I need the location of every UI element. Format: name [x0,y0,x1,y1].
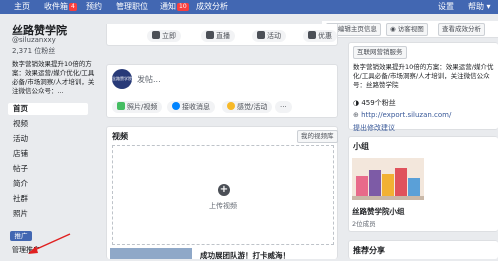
globe-icon: ⊕ [353,111,359,119]
feeling-activity-label: 感觉/活动 [237,103,268,111]
topnav-jobs-label: 管理职位 [116,2,148,11]
page-followers: 2,371 位粉丝 [12,47,56,55]
group-cover-image[interactable] [352,158,424,200]
topnav-inbox[interactable]: 收件箱 4 [44,1,77,13]
topnav-notifications[interactable]: 通知 10 [160,1,189,13]
chevron-down-icon: ▾ [486,2,491,11]
topnav-settings[interactable]: 设置 [438,1,454,13]
topnav-insights[interactable]: 成效分析 [196,1,228,13]
receive-messages-button[interactable]: 接收消息 [167,101,215,113]
videos-title: 视频 [112,132,128,141]
view-insights-button[interactable]: 查看成效分析 [438,23,485,36]
topnav-home[interactable]: 主页 [14,1,30,13]
visitor-view-label: 访客视图 [397,25,424,33]
topnav-insights-label: 成效分析 [196,2,228,11]
about-description: 数字营销效果提升10倍的方案：效果运营/媒介优化/工具必备/市场洞察/人才培训，… [353,63,494,89]
category-tag[interactable]: 互联网营销服务 [353,46,407,59]
calendar-icon [152,31,160,39]
followers-icon: ◑ [353,99,360,107]
top-pill-3[interactable]: 活动 [252,30,286,42]
photo-video-label: 照片/视频 [127,103,158,111]
page-action-bar: ⚙ 编辑主页信息 ◉ 访客视图 查看成效分析 [322,21,498,38]
top-pill-2[interactable]: 直播 [201,30,235,42]
post-thumbnail[interactable] [110,248,192,259]
sidebar-item-about[interactable]: 简介 [8,178,88,190]
post-composer: 丝路赞学院 发帖... 照片/视频 接收消息 感觉/活动 ··· [106,64,338,118]
messenger-icon [172,102,180,110]
inbox-badge: 4 [69,3,77,11]
smiley-icon [227,102,235,110]
top-pill-1-label: 立即 [162,32,176,40]
composer-input[interactable]: 发帖... [137,74,161,85]
sidebar-item-home[interactable]: 首页 [8,103,88,115]
recommended-card: 推荐分享 [348,240,498,259]
edit-page-info-label: 编辑主页信息 [337,25,377,33]
top-navigation-bar: 主页 收件箱 4 预约 管理职位 通知 10 成效分析 设置 帮助 ▾ [0,0,498,14]
topnav-jobs[interactable]: 管理职位 [116,1,148,13]
view-insights-label: 查看成效分析 [442,25,481,33]
sidebar-item-shop[interactable]: 店铺 [8,148,88,160]
composer-top-actions: 立即 直播 活动 优惠 [106,24,338,46]
topnav-help[interactable]: 帮助 ▾ [468,1,491,13]
page-handle[interactable]: @siluzanxxy [12,36,56,44]
about-followers: ◑ 459个粉丝 [353,98,396,108]
my-video-library-button[interactable]: 我的视频库 [297,130,338,143]
about-followers-label: 459个粉丝 [361,99,396,107]
about-card: 互联网营销服务 数字营销效果提升10倍的方案：效果运营/媒介优化/工具必备/市场… [348,42,498,133]
live-icon [206,31,214,39]
top-pill-2-label: 直播 [216,32,230,40]
suggest-edits-link[interactable]: 提出修改建议 [353,123,395,133]
upload-video-label: 上传视频 [209,202,237,210]
top-pill-4-label: 优惠 [318,32,332,40]
event-icon [257,31,265,39]
notifications-badge: 10 [177,3,189,11]
sidebar-item-videos[interactable]: 视频 [8,118,88,130]
eye-icon: ◉ [390,25,396,33]
recommended-title: 推荐分享 [353,246,385,255]
website-link[interactable]: ⊕ http://export.siluzan.com/ [353,111,451,119]
upload-video-dropzone[interactable]: + 上传视频 [112,145,334,245]
topnav-settings-label: 设置 [438,2,454,11]
topnav-home-label: 主页 [14,2,30,11]
sidebar-item-events[interactable]: 活动 [8,133,88,145]
feed-post-title[interactable]: 成功展团队游！打卡威海！ [200,250,290,261]
top-pill-3-label: 活动 [267,32,281,40]
plus-icon: + [218,184,230,196]
group-name-link[interactable]: 丝路赞学院小组 [352,206,405,217]
website-link-label: http://export.siluzan.com/ [361,111,452,119]
top-pill-1[interactable]: 立即 [147,30,181,42]
topnav-appointments[interactable]: 预约 [86,1,102,13]
receive-messages-label: 接收消息 [182,103,210,111]
more-actions-button[interactable]: ··· [275,101,292,113]
feeling-activity-button[interactable]: 感觉/活动 [222,101,273,113]
sidebar-item-community[interactable]: 社群 [8,193,88,205]
top-pill-4[interactable]: 优惠 [303,30,337,42]
topnav-appointments-label: 预约 [86,2,102,11]
group-members: 2位成员 [352,220,376,228]
sidebar-item-photos[interactable]: 照片 [8,208,88,220]
sidebar-item-posts[interactable]: 帖子 [8,163,88,175]
page-description: 数字营销效果提升10倍的方案：效果运营/媒介优化/工具必备/市场洞察/人才培训，… [12,60,95,95]
visitor-view-button[interactable]: ◉ 访客视图 [386,23,428,36]
topnav-help-label: 帮助 [468,2,484,11]
topnav-notifications-label: 通知 [160,2,176,11]
offer-icon [308,31,316,39]
red-arrow-annotation [28,233,71,254]
photo-icon [117,102,125,110]
photo-video-button[interactable]: 照片/视频 [112,101,163,113]
groups-title: 小组 [353,142,369,151]
avatar: 丝路赞学院 [112,69,132,89]
topnav-inbox-label: 收件箱 [44,2,68,11]
